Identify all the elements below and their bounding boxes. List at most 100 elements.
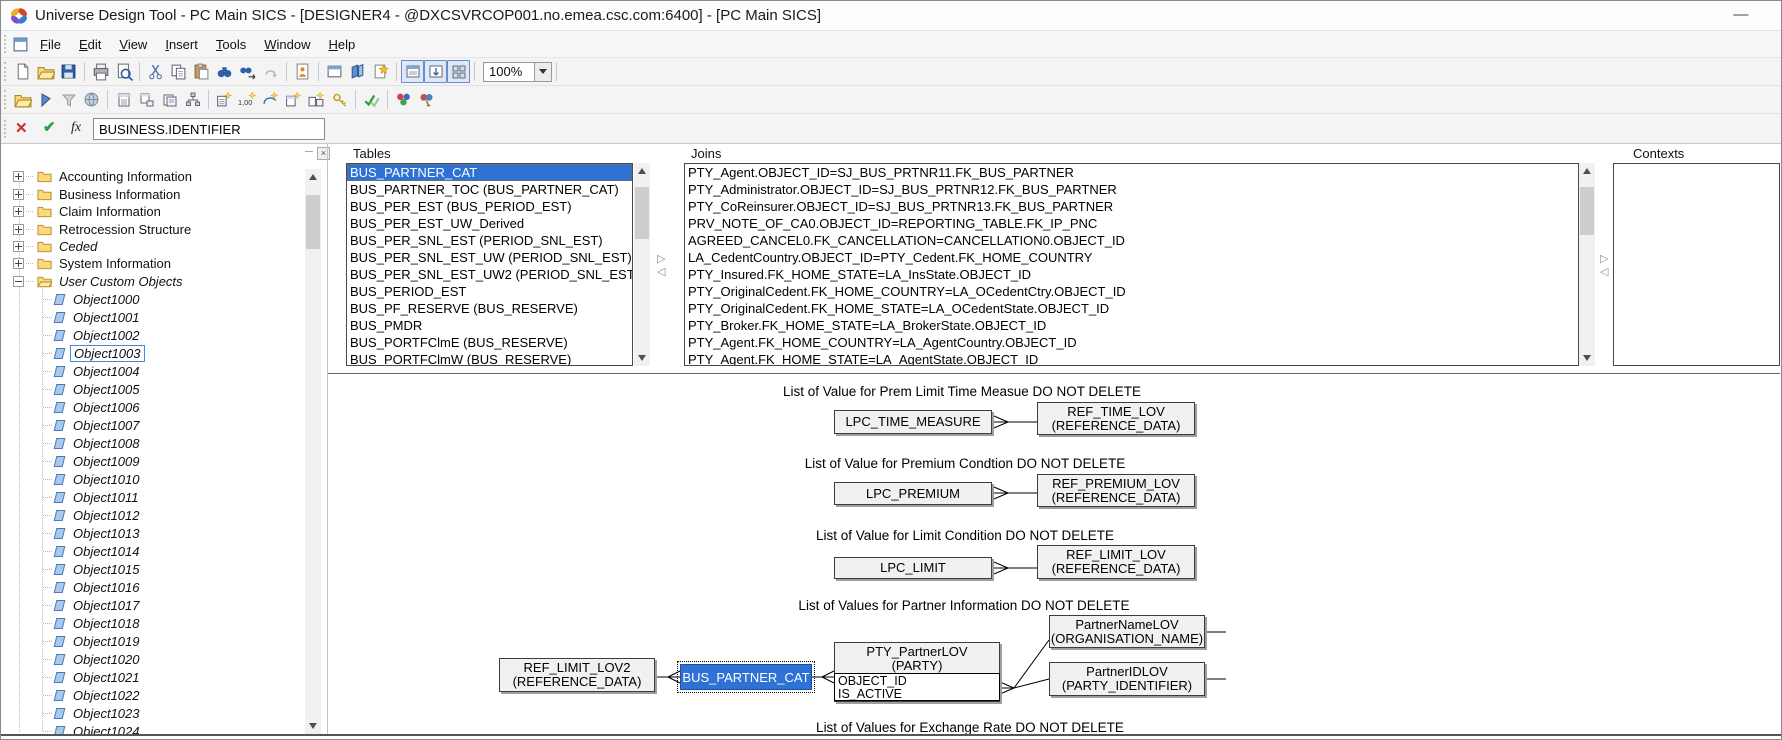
tree-object[interactable]: Object1000 — [2, 291, 143, 308]
tables-scrollbar[interactable] — [634, 163, 650, 366]
cut-icon[interactable] — [144, 60, 167, 83]
expand-left-icon[interactable]: ◁ — [657, 266, 665, 278]
scroll-down-icon[interactable] — [305, 718, 321, 734]
tree-object-label[interactable]: Object1012 — [70, 508, 143, 523]
tree-object-label[interactable]: Object1000 — [70, 292, 143, 307]
join-row[interactable]: PTY_OriginalCedent.FK_HOME_STATE=LA_OCed… — [685, 300, 1578, 317]
expand-plus-icon[interactable] — [13, 206, 24, 217]
tree-object[interactable]: Object1010 — [2, 471, 143, 488]
tables-list[interactable]: BUS_PARTNER_CAT BUS_PARTNER_TOC (BUS_PAR… — [346, 163, 633, 366]
tree-folder-label[interactable]: System Information — [56, 256, 174, 271]
tree-object-label[interactable]: Object1008 — [70, 436, 143, 451]
find-next-icon[interactable] — [236, 60, 259, 83]
universe-window-icon[interactable] — [323, 60, 346, 83]
tree-object-label[interactable]: Object1022 — [70, 688, 143, 703]
formula-cancel-icon[interactable]: ✕ — [15, 119, 28, 137]
pane-close-button[interactable]: × — [317, 147, 330, 160]
diagram-table-lpc-premium[interactable]: LPC_PREMIUM — [834, 482, 992, 505]
expand-plus-icon[interactable] — [13, 224, 24, 235]
tree-object-label[interactable]: Object1004 — [70, 364, 143, 379]
table-row[interactable]: BUS_PMDR — [347, 317, 632, 334]
tree-object-label[interactable]: Object1014 — [70, 544, 143, 559]
diagram-table-ref-limit-lov2[interactable]: REF_LIMIT_LOV2 (REFERENCE_DATA) — [499, 658, 655, 692]
save-icon[interactable] — [57, 60, 80, 83]
paste-icon[interactable] — [190, 60, 213, 83]
join-row[interactable]: PTY_Broker.FK_HOME_STATE=LA_BrokerState.… — [685, 317, 1578, 334]
tree-folder-accounting[interactable]: Accounting Information — [2, 168, 195, 185]
show-pane-icon[interactable] — [34, 88, 57, 111]
pane-splitter-arrows[interactable]: ▷ ◁ — [1600, 253, 1608, 278]
tree-object[interactable]: Object1011 — [2, 489, 142, 506]
tree-object[interactable]: Object1015 — [2, 561, 143, 578]
join-row[interactable]: PTY_Agent.FK_HOME_STATE=LA_AgentState.OB… — [685, 351, 1578, 366]
parameters-icon[interactable] — [415, 88, 438, 111]
diagram-table-partnernamelov[interactable]: PartnerNameLOV (ORGANISATION_NAME) — [1049, 615, 1205, 648]
expand-plus-icon[interactable] — [13, 189, 24, 200]
tree-object[interactable]: Object1012 — [2, 507, 143, 524]
tree-object[interactable]: Object1005 — [2, 381, 143, 398]
tree-object[interactable]: Object1013 — [2, 525, 143, 542]
join-row[interactable]: PTY_Administrator.OBJECT_ID=SJ_BUS_PRTNR… — [685, 181, 1578, 198]
detect-objects-icon[interactable] — [213, 88, 236, 111]
structure-pane[interactable]: List of Value for Prem Limit Time Measue… — [328, 373, 1780, 734]
scroll-down-icon[interactable] — [634, 350, 650, 366]
tree-object-label[interactable]: Object1020 — [70, 652, 143, 667]
tree-folder-label[interactable]: Claim Information — [56, 204, 164, 219]
expand-right-icon[interactable]: ▷ — [1600, 253, 1608, 265]
diagram-table-lpc-limit[interactable]: LPC_LIMIT — [834, 557, 992, 579]
contexts-list[interactable] — [1613, 163, 1780, 366]
tree-object[interactable]: Object1007 — [2, 417, 143, 434]
tree-folder-label[interactable]: User Custom Objects — [56, 274, 186, 289]
tree-object-label[interactable]: Object1016 — [70, 580, 143, 595]
tree-folder-label[interactable]: Retrocession Structure — [56, 222, 194, 237]
detect-keys-icon[interactable] — [328, 88, 351, 111]
tree-object[interactable]: Object1016 — [2, 579, 143, 596]
menu-help[interactable]: Help — [319, 34, 364, 55]
tree-object[interactable]: Object1021 — [2, 669, 143, 686]
table-row-selected[interactable]: BUS_PARTNER_CAT — [347, 164, 632, 181]
menu-window[interactable]: Window — [255, 34, 319, 55]
tree-scrollbar[interactable] — [305, 169, 321, 734]
tree-folder-ceded[interactable]: Ceded — [2, 238, 100, 255]
table-row[interactable]: BUS_PER_SNL_EST_UW (PERIOD_SNL_EST) — [347, 249, 632, 266]
table-browser-toggle-icon[interactable] — [401, 60, 424, 83]
scroll-down-icon[interactable] — [1579, 350, 1595, 366]
open-universe-icon[interactable] — [11, 88, 34, 111]
print-icon[interactable] — [89, 60, 112, 83]
table-row[interactable]: BUS_PORTFClmW (BUS_RESERVE) — [347, 351, 632, 366]
table-row[interactable]: BUS_PARTNER_TOC (BUS_PARTNER_CAT) — [347, 181, 632, 198]
table-row[interactable]: BUS_PER_EST (BUS_PERIOD_EST) — [347, 198, 632, 215]
join-row[interactable]: LA_CedentCountry.OBJECT_ID=PTY_Cedent.FK… — [685, 249, 1578, 266]
scroll-up-icon[interactable] — [1579, 163, 1595, 179]
minimize-button[interactable]: — — [1727, 3, 1755, 27]
filter-icon[interactable] — [57, 88, 80, 111]
diagram-annotation[interactable]: List of Value for Limit Condition DO NOT… — [816, 528, 1114, 543]
tree-folder-retrocession[interactable]: Retrocession Structure — [2, 221, 194, 238]
expand-plus-icon[interactable] — [13, 171, 24, 182]
tree-object-label[interactable]: Object1003 — [70, 345, 145, 362]
diagram-annotation[interactable]: List of Value for Premium Condtion DO NO… — [805, 456, 1126, 471]
detect-joins-icon[interactable] — [259, 88, 282, 111]
zoom-dropdown-button[interactable] — [535, 62, 552, 82]
tree-folder-label[interactable]: Business Information — [56, 187, 183, 202]
tree-object[interactable]: Object1018 — [2, 615, 143, 632]
document-window-icon[interactable] — [12, 36, 29, 53]
open-folder-icon[interactable] — [34, 60, 57, 83]
scrollbar-thumb[interactable] — [1580, 187, 1594, 235]
expand-plus-icon[interactable] — [13, 258, 24, 269]
scrollbar-thumb[interactable] — [306, 195, 320, 249]
insert-table-icon[interactable] — [112, 88, 135, 111]
tree-object[interactable]: Object1006 — [2, 399, 143, 416]
zoom-value[interactable]: 100% — [483, 62, 535, 82]
tree-object[interactable]: Object1014 — [2, 543, 143, 560]
web-browser-icon[interactable] — [80, 88, 103, 111]
join-row[interactable]: PTY_Agent.OBJECT_ID=SJ_BUS_PRTNR11.FK_BU… — [685, 164, 1578, 181]
tree-folder-business[interactable]: Business Information — [2, 186, 183, 203]
universe-object-tree[interactable]: Accounting Information Business Informat… — [2, 144, 305, 734]
tree-object[interactable]: Object1009 — [2, 453, 143, 470]
menu-file[interactable]: File — [31, 34, 70, 55]
tree-object-label[interactable]: Object1001 — [70, 310, 143, 325]
tree-folder-system[interactable]: System Information — [2, 255, 174, 272]
diagram-table-partneridlov[interactable]: PartnerIDLOV (PARTY_IDENTIFIER) — [1049, 662, 1205, 696]
tree-object-label[interactable]: Object1023 — [70, 706, 143, 721]
